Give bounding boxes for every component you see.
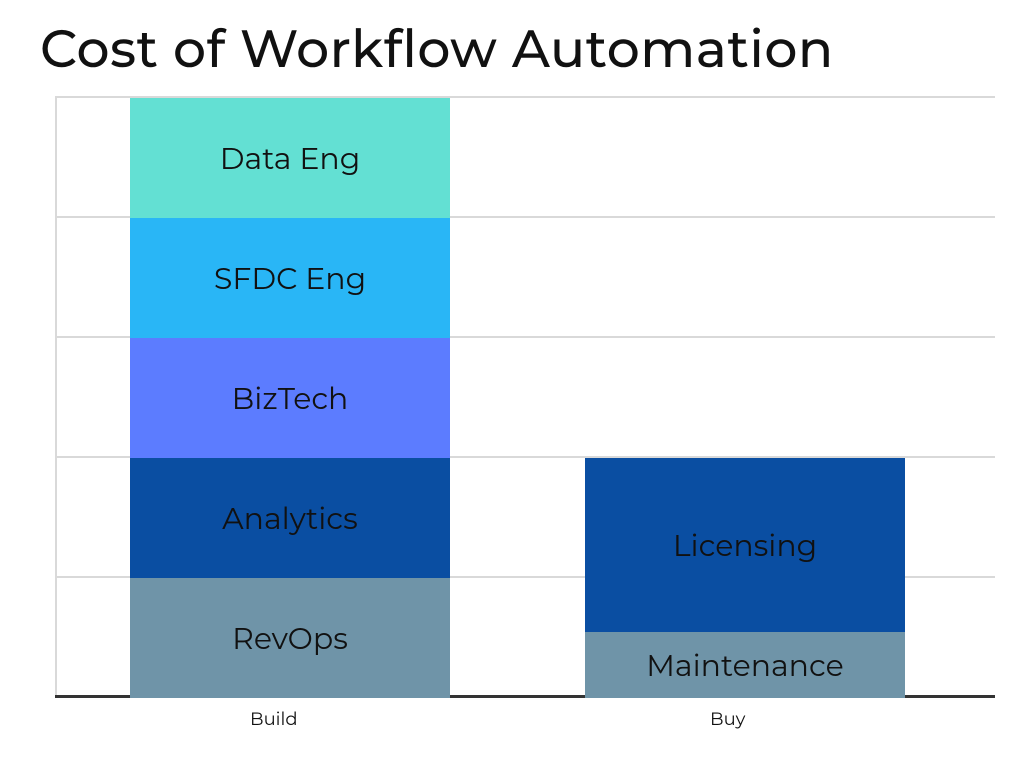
segment-data-eng: Data Eng <box>130 98 450 218</box>
segment-revops: RevOps <box>130 578 450 698</box>
segment-maintenance: Maintenance <box>585 632 905 698</box>
bar-build: RevOpsAnalyticsBizTechSFDC EngData Eng <box>130 98 450 698</box>
chart-title: Cost of Workflow Automation <box>40 18 834 81</box>
y-axis-line <box>55 98 57 698</box>
page: Cost of Workflow Automation RevOpsAnalyt… <box>0 0 1024 768</box>
segment-sfdc-eng: SFDC Eng <box>130 218 450 338</box>
segment-licensing: Licensing <box>585 458 905 632</box>
x-label-buy: Buy <box>710 708 745 730</box>
bar-buy: MaintenanceLicensing <box>585 458 905 698</box>
segment-biztech: BizTech <box>130 338 450 458</box>
segment-analytics: Analytics <box>130 458 450 578</box>
chart-plot-area: RevOpsAnalyticsBizTechSFDC EngData EngBu… <box>55 98 995 698</box>
x-label-build: Build <box>250 708 298 730</box>
